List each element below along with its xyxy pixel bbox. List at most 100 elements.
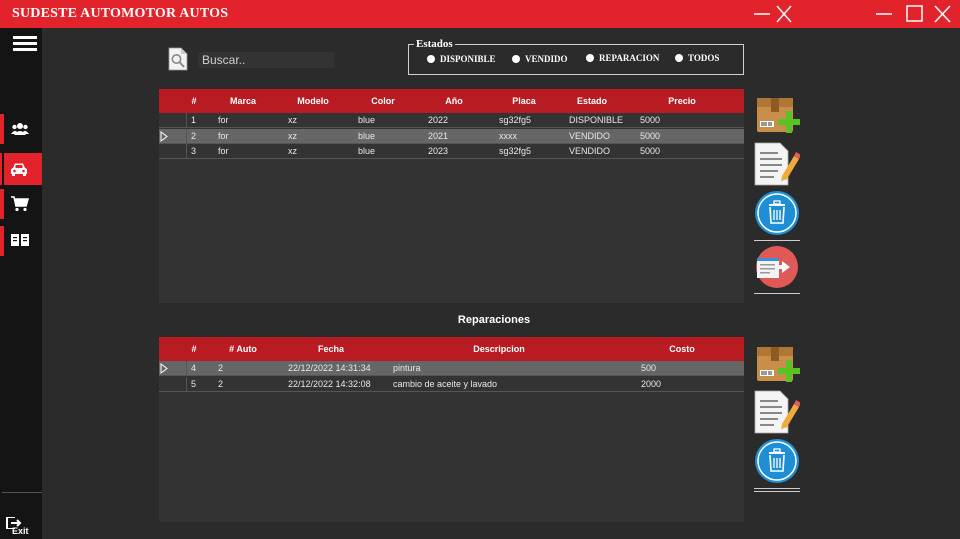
- table-cell[interactable]: blue: [358, 146, 375, 156]
- column-header[interactable]: Año: [439, 96, 469, 106]
- table-cell[interactable]: 1: [191, 115, 196, 125]
- autos-table-header: # Marca Modelo Color Año Placa Estado Pr…: [159, 89, 744, 113]
- radio-todos[interactable]: TODOS: [675, 53, 719, 63]
- add-reparacion-button[interactable]: [754, 343, 800, 387]
- exit-label: Exit: [12, 526, 29, 536]
- add-box-icon: [754, 347, 800, 391]
- table-cell[interactable]: 2: [218, 379, 223, 389]
- table-cell[interactable]: for: [218, 146, 229, 156]
- sidebar-item-autos[interactable]: [0, 153, 42, 185]
- table-cell[interactable]: 2000: [641, 379, 661, 389]
- row-header[interactable]: [159, 113, 187, 128]
- table-cell[interactable]: 4: [188, 361, 207, 375]
- send-to-repair-icon: [754, 246, 800, 293]
- trash-icon: [754, 439, 800, 488]
- column-header[interactable]: # Auto: [225, 344, 261, 354]
- table-row[interactable]: 4 2 22/12/2022 14:31:34 pintura 500: [159, 361, 744, 376]
- table-cell[interactable]: 2021: [428, 131, 448, 141]
- table-cell[interactable]: 5000: [640, 146, 660, 156]
- table-cell[interactable]: cambio de aceite y lavado: [393, 379, 497, 389]
- table-cell[interactable]: xz: [288, 115, 297, 125]
- table-cell[interactable]: 3: [191, 146, 196, 156]
- row-header[interactable]: [159, 376, 187, 392]
- table-cell[interactable]: VENDIDO: [569, 146, 610, 156]
- radio-disponible[interactable]: DISPONIBLE: [427, 54, 496, 64]
- table-cell[interactable]: VENDIDO: [569, 131, 610, 141]
- column-header[interactable]: Placa: [507, 96, 541, 106]
- window-close-button[interactable]: [932, 4, 954, 24]
- column-header[interactable]: #: [189, 344, 199, 354]
- search-input[interactable]: [198, 52, 334, 68]
- table-row[interactable]: 5 2 22/12/2022 14:32:08 cambio de aceite y …: [159, 376, 744, 392]
- table-cell[interactable]: 2022: [428, 115, 448, 125]
- exit-button[interactable]: Exit: [6, 516, 36, 538]
- window-minimize-button[interactable]: [874, 4, 896, 24]
- title-bar: SUDESTE AUTOMOTOR AUTOS: [0, 0, 960, 28]
- radio-dot-icon: [586, 54, 594, 62]
- column-header[interactable]: Costo: [665, 344, 699, 354]
- users-icon: [11, 122, 29, 141]
- reparaciones-title: Reparaciones: [457, 314, 531, 326]
- sidebar-item-ventas[interactable]: [0, 189, 42, 219]
- table-cell[interactable]: 500: [641, 363, 656, 373]
- delete-auto-button[interactable]: [754, 190, 800, 235]
- row-pointer-icon: [160, 130, 168, 142]
- car-icon: [10, 162, 28, 181]
- toolbar-divider: [754, 491, 800, 492]
- column-header[interactable]: Color: [363, 96, 403, 106]
- hamburger-menu-icon[interactable]: [13, 36, 37, 57]
- column-header[interactable]: #: [189, 96, 199, 106]
- row-header[interactable]: [159, 361, 187, 376]
- table-cell[interactable]: for: [218, 131, 229, 141]
- table-cell[interactable]: 2023: [428, 146, 448, 156]
- book-icon: [11, 234, 29, 252]
- search-icon[interactable]: [168, 47, 188, 71]
- row-pointer-icon: [160, 363, 168, 374]
- estados-legend: Estados: [414, 38, 455, 50]
- column-header[interactable]: Marca: [225, 96, 261, 106]
- table-cell[interactable]: blue: [358, 115, 375, 125]
- table-cell[interactable]: 2: [218, 363, 223, 373]
- edit-reparacion-button[interactable]: [754, 390, 801, 434]
- table-cell[interactable]: for: [218, 115, 229, 125]
- table-cell[interactable]: pintura: [393, 363, 421, 373]
- table-cell[interactable]: sg32fg5: [499, 146, 531, 156]
- table-cell[interactable]: xz: [288, 146, 297, 156]
- table-cell[interactable]: DISPONIBLE: [569, 115, 623, 125]
- sidebar-item-clientes[interactable]: [0, 114, 42, 144]
- edit-document-icon: [754, 142, 801, 190]
- column-header[interactable]: Fecha: [309, 344, 353, 354]
- row-header[interactable]: [159, 144, 187, 159]
- row-header[interactable]: [159, 128, 187, 144]
- reparaciones-table-header: # # Auto Fecha Descripcion Costo: [159, 337, 744, 361]
- radio-vendido[interactable]: VENDIDO: [512, 54, 568, 64]
- table-cell[interactable]: 22/12/2022 14:32:08: [288, 379, 371, 389]
- delete-reparacion-button[interactable]: [754, 438, 800, 483]
- table-cell[interactable]: xxxx: [499, 131, 517, 141]
- reparacion-auto-button[interactable]: [754, 245, 800, 289]
- table-cell[interactable]: 5000: [640, 115, 660, 125]
- column-header[interactable]: Descripcion: [469, 344, 529, 354]
- table-cell[interactable]: 5: [191, 379, 196, 389]
- table-cell[interactable]: sg32fg5: [499, 115, 531, 125]
- table-cell[interactable]: xz: [288, 131, 297, 141]
- minimize-icon[interactable]: [752, 4, 774, 24]
- toolbar-divider: [754, 293, 800, 294]
- table-row[interactable]: 2 for xz blue 2021 xxxx VENDIDO 5000: [159, 128, 744, 144]
- column-header[interactable]: Precio: [665, 96, 699, 106]
- add-auto-button[interactable]: [754, 94, 800, 138]
- table-row[interactable]: 3 for xz blue 2023 sg32fg5 VENDIDO 5000: [159, 144, 744, 159]
- table-cell[interactable]: 2: [191, 131, 196, 141]
- table-cell[interactable]: blue: [358, 131, 375, 141]
- table-row[interactable]: 1 for xz blue 2022 sg32fg5 DISPONIBLE 5000: [159, 113, 744, 128]
- table-cell[interactable]: 22/12/2022 14:31:34: [288, 363, 371, 373]
- radio-reparacion[interactable]: REPARACION: [586, 53, 659, 63]
- cart-icon: [11, 196, 30, 217]
- window-maximize-button[interactable]: [904, 4, 926, 24]
- edit-auto-button[interactable]: [754, 142, 801, 186]
- close-icon[interactable]: [774, 4, 796, 24]
- sidebar-item-reportes[interactable]: [0, 226, 42, 256]
- column-header[interactable]: Modelo: [291, 96, 335, 106]
- table-cell[interactable]: 5000: [640, 131, 660, 141]
- column-header[interactable]: Estado: [575, 96, 609, 106]
